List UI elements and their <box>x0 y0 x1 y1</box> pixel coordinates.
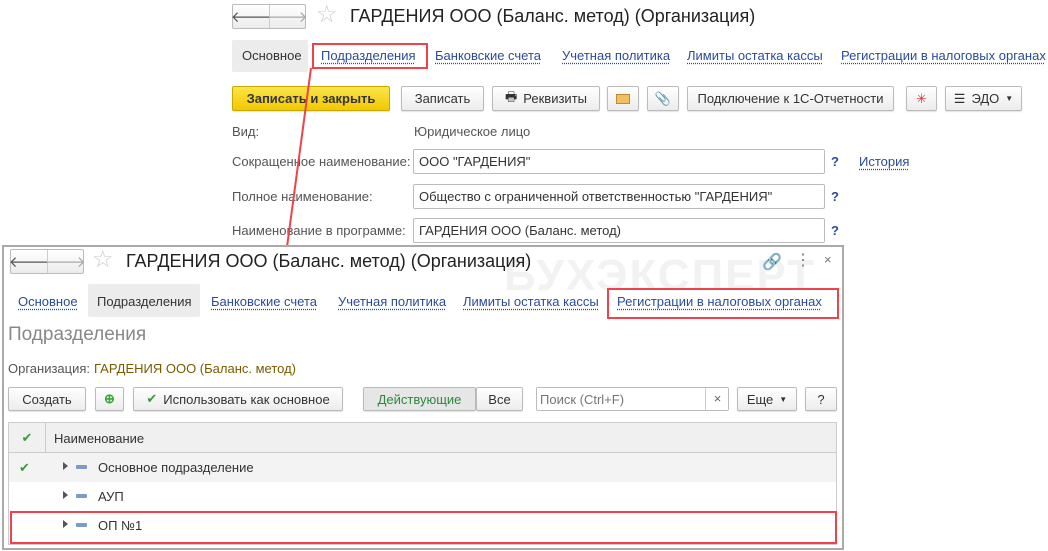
search-field[interactable]: × <box>536 387 729 411</box>
table-row[interactable]: ✔ Основное подразделение <box>9 453 836 482</box>
forward-button[interactable]: 🡒 <box>45 250 86 273</box>
row-name: АУП <box>98 489 124 504</box>
more-button[interactable]: Еще ▼ <box>737 387 797 411</box>
chevron-down-icon: ▼ <box>779 394 788 404</box>
help-button[interactable]: ? <box>805 387 837 411</box>
highlight-box <box>10 511 837 544</box>
main-column-check-icon: ✔ <box>9 423 46 452</box>
add-document-icon: ⊕ <box>104 391 115 406</box>
check-icon: ✔ <box>146 391 158 406</box>
item-icon <box>76 494 87 498</box>
table-row[interactable]: АУП <box>9 482 836 511</box>
create-copy-button[interactable]: ⊕ <box>95 387 124 411</box>
tab-main[interactable]: Основное <box>18 294 78 309</box>
link-icon[interactable]: 🔗 <box>762 252 782 272</box>
search-input[interactable] <box>537 388 703 410</box>
back-button[interactable]: 🡐 <box>9 250 49 273</box>
row-name: Основное подразделение <box>98 460 254 475</box>
table-header: ✔ Наименование <box>9 423 836 453</box>
tab-bank-accounts[interactable]: Банковские счета <box>211 294 317 309</box>
expand-icon[interactable] <box>63 462 68 470</box>
expand-icon[interactable] <box>63 491 68 499</box>
history-nav: 🡐 🡒 <box>9 249 86 274</box>
tab-accounting-policy[interactable]: Учетная политика <box>338 294 446 309</box>
tab-subdivisions[interactable]: Подразделения <box>97 294 192 309</box>
section-heading: Подразделения <box>8 324 147 345</box>
close-icon[interactable]: × <box>824 252 832 267</box>
use-as-main-button[interactable]: ✔ Использовать как основное <box>133 387 343 411</box>
use-as-main-label: Использовать как основное <box>163 391 330 407</box>
org-label: Организация: <box>8 361 91 376</box>
more-label: Еще <box>746 391 774 407</box>
filter-all-button[interactable]: Все <box>476 387 523 411</box>
filter-active-button[interactable]: Действующие <box>363 387 476 411</box>
item-icon <box>76 465 87 469</box>
create-button[interactable]: Создать <box>8 387 86 411</box>
highlight-box <box>607 288 839 319</box>
org-value[interactable]: ГАРДЕНИЯ ООО (Баланс. метод) <box>94 361 296 376</box>
tab-cash-limits[interactable]: Лимиты остатка кассы <box>463 294 599 309</box>
window-title: ГАРДЕНИЯ ООО (Баланс. метод) (Организаци… <box>126 251 532 271</box>
favorite-star-icon[interactable]: ☆ <box>92 245 114 274</box>
clear-search-button[interactable]: × <box>705 388 729 410</box>
column-name[interactable]: Наименование <box>54 431 144 446</box>
main-check-icon: ✔ <box>19 460 30 475</box>
more-vert-icon[interactable]: ⋮ <box>795 250 811 270</box>
